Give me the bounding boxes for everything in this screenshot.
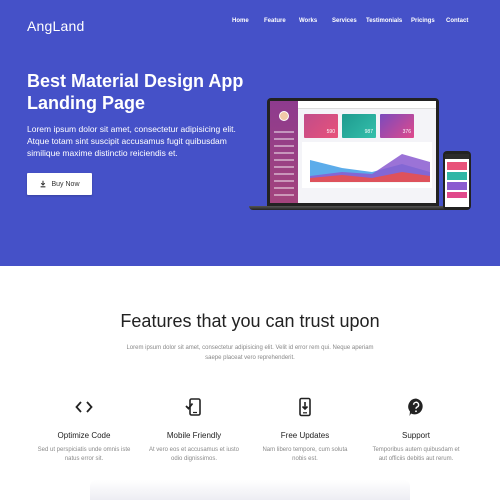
nav-testimonials[interactable]: Testimonials	[366, 18, 402, 24]
laptop-mockup: 590 987 376	[267, 98, 439, 206]
features-description: Lorem ipsum dolor sit amet, consectetur …	[126, 345, 374, 361]
mobile-check-icon	[185, 398, 201, 416]
phone-screen	[445, 154, 469, 207]
nav-home[interactable]: Home	[232, 18, 249, 24]
features-heading: Features that you can trust upon	[120, 311, 380, 331]
dashboard-chart	[302, 142, 432, 188]
nav-feature[interactable]: Feature	[264, 18, 286, 24]
stat-card-2: 987	[342, 114, 376, 138]
dashboard-sidebar	[270, 101, 298, 203]
feature-mobile-friendly: Mobile Friendly At vero eos et accusamus…	[146, 395, 242, 464]
feature-title: Support	[401, 431, 431, 440]
feature-title: Optimize Code	[57, 431, 111, 440]
download-icon	[41, 180, 46, 188]
dashboard-preview: 590 987 376	[270, 101, 436, 203]
feature-optimize-code: Optimize Code Sed ut perspiciatis unde o…	[36, 395, 132, 464]
help-bubble-icon	[408, 398, 423, 416]
feature-text: Temporibus autem quibusdam et aut offici…	[372, 447, 460, 462]
feature-support: Support Temporibus autem quibusdam et au…	[368, 395, 464, 464]
feature-text: Nam libero tempore, cum soluta nobis est…	[262, 447, 348, 462]
buy-now-button[interactable]: Buy Now	[27, 173, 92, 195]
feature-title: Mobile Friendly	[166, 431, 222, 440]
nav-works[interactable]: Works	[299, 18, 317, 24]
next-section-edge	[90, 480, 410, 500]
hero-section: AngLand Home Feature Works Services Test…	[0, 0, 500, 266]
nav-services[interactable]: Services	[332, 18, 357, 24]
nav-contact[interactable]: Contact	[446, 18, 468, 24]
top-nav: Home Feature Works Services Testimonials…	[0, 18, 500, 28]
stat-card-1: 590	[304, 114, 338, 138]
phone-mockup	[443, 151, 471, 210]
feature-text: At vero eos et accusamus et iusto odio d…	[148, 447, 240, 462]
phone-download-icon	[299, 397, 311, 417]
stat-card-3: 376	[380, 114, 414, 138]
avatar	[279, 111, 289, 121]
feature-free-updates: Free Updates Nam libero tempore, cum sol…	[257, 395, 353, 464]
code-icon	[75, 401, 93, 413]
feature-title: Free Updates	[280, 431, 330, 440]
hero-headline: Best Material Design App Landing Page	[27, 71, 244, 113]
hero-subtext: Lorem ipsum dolor sit amet, consectetur …	[27, 124, 236, 158]
feature-text: Sed ut perspiciatis unde omnis iste natu…	[37, 447, 131, 462]
buy-now-label: Buy Now	[51, 180, 80, 188]
nav-pricings[interactable]: Pricings	[411, 18, 435, 24]
dashboard-topbar	[298, 101, 436, 109]
laptop-base	[249, 206, 457, 210]
